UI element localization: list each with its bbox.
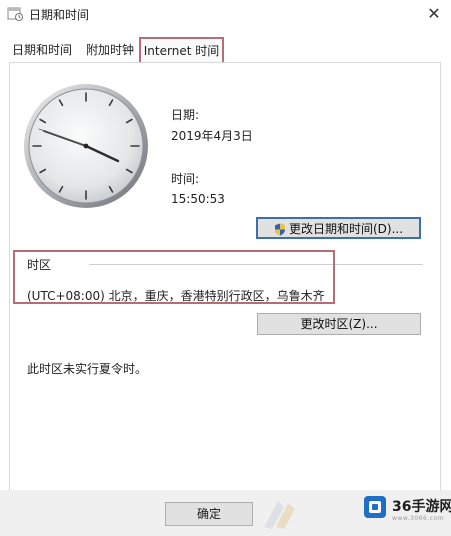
date-value: 2019年4月3日 [171, 129, 253, 143]
window-title: 日期和时间 [29, 8, 90, 22]
tab-date-time[interactable]: 日期和时间 [12, 38, 72, 62]
title-bar: 日期和时间 ✕ [0, 0, 451, 30]
time-label: 时间: [171, 172, 200, 186]
change-timezone-button[interactable]: 更改时区(Z)... [257, 313, 421, 335]
timezone-value: (UTC+08:00) 北京，重庆，香港特别行政区，乌鲁木齐 [27, 289, 325, 303]
change-date-time-button[interactable]: 更改日期和时间(D)... [256, 217, 421, 239]
watermark-brand: 36手游网 [392, 499, 451, 515]
watermark-graphic [264, 501, 295, 529]
brand-logo-icon [364, 496, 386, 518]
change-date-time-label: 更改日期和时间(D)... [288, 222, 404, 236]
timezone-heading: 时区 [27, 258, 52, 272]
ok-button[interactable]: 确定 [165, 502, 253, 526]
tab-internet-time[interactable]: Internet 时间 [139, 37, 224, 64]
date-label: 日期: [171, 108, 200, 122]
tab-additional-clocks[interactable]: 附加时钟 [86, 38, 134, 62]
watermark-site: www.3066.com [392, 515, 445, 522]
calendar-clock-icon [7, 7, 23, 21]
uac-shield-icon [274, 223, 285, 236]
time-value: 15:50:53 [171, 192, 225, 206]
close-icon[interactable]: ✕ [424, 4, 444, 23]
dst-note: 此时区未实行夏令时。 [27, 362, 148, 376]
analog-clock [24, 84, 148, 208]
